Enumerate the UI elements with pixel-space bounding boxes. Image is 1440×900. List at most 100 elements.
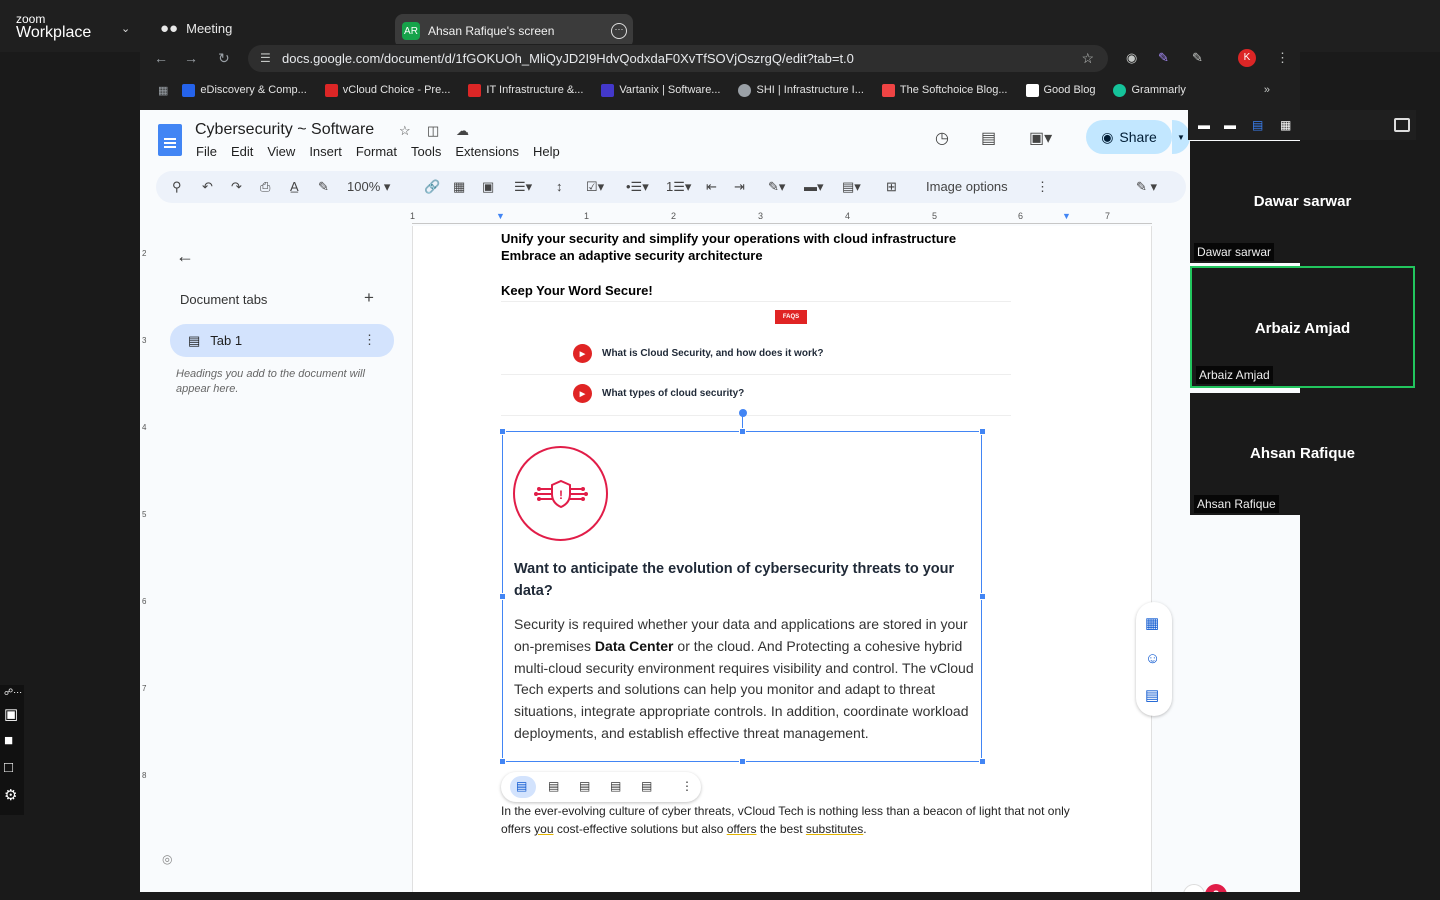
camera-icon[interactable]: ▣ (4, 705, 18, 723)
fingerprint-icon[interactable]: ◎ (162, 852, 172, 866)
comments-icon[interactable]: ▤ (981, 128, 996, 148)
meeting-tab[interactable]: ●● Meeting (160, 20, 232, 37)
gallery-view-icon[interactable]: ▦ (1280, 118, 1291, 132)
redo-icon[interactable]: ↷ (231, 179, 242, 195)
increase-indent-icon[interactable]: ⇥ (734, 179, 745, 195)
version-history-icon[interactable]: ◷ (935, 128, 949, 148)
undo-icon[interactable]: ↶ (202, 179, 213, 195)
line-spacing-icon[interactable]: ↕ (556, 179, 563, 194)
grammar-flag[interactable]: substitutes (806, 822, 863, 836)
forward-icon[interactable]: → (184, 50, 198, 66)
video-icon[interactable]: ■ (4, 732, 13, 749)
bullet-list-icon[interactable]: •☰▾ (626, 179, 649, 195)
right-indent-marker[interactable]: ▼ (1062, 211, 1071, 221)
resize-handle[interactable] (499, 593, 506, 600)
url-bar[interactable]: ☰ docs.google.com/document/d/1fGOKUOh_Ml… (248, 45, 1108, 72)
suggest-edit-icon[interactable]: ▤ (1145, 686, 1159, 704)
tab-options-icon[interactable]: ⋮ (363, 332, 376, 348)
menu-format[interactable]: Format (356, 144, 397, 159)
insert-image-icon[interactable]: ▣ (482, 179, 494, 195)
editing-mode-icon[interactable]: ✎ ▾ (1136, 179, 1157, 195)
bookmark[interactable]: Vartanix | Software... (601, 83, 720, 97)
participant-tile[interactable]: Dawar sarwar Dawar sarwar (1190, 141, 1415, 263)
break-text-icon[interactable]: ▤ (579, 779, 590, 793)
site-settings-icon[interactable]: ☰ (260, 45, 271, 72)
resize-handle[interactable] (739, 758, 746, 765)
menu-file[interactable]: File (196, 144, 217, 159)
print-icon[interactable]: ⎙ (260, 179, 270, 195)
document-tab[interactable]: ▤ Tab 1 ⋮ (170, 324, 394, 357)
menu-extensions[interactable]: Extensions (455, 144, 519, 159)
grammarly-widget[interactable]: ● 2 (1183, 880, 1227, 892)
reload-icon[interactable]: ↻ (218, 50, 230, 67)
minimize-icon[interactable]: ▬ (1198, 118, 1210, 132)
image-options-button[interactable]: Image options (926, 179, 1008, 194)
search-icon[interactable]: ⚲ (172, 179, 182, 195)
border-color-icon[interactable]: ✎▾ (768, 179, 785, 195)
extension-globe-icon[interactable]: ◉ (1126, 50, 1137, 66)
border-dash-icon[interactable]: ▤▾ (842, 179, 861, 195)
participant-tile[interactable]: Ahsan Rafique Ahsan Rafique (1190, 393, 1415, 515)
bookmark[interactable]: eDiscovery & Comp... (182, 83, 307, 97)
bookmark[interactable]: SHI | Infrastructure I... (738, 83, 864, 97)
zoom-logo[interactable]: zoom Workplace (16, 13, 91, 41)
menu-tools[interactable]: Tools (411, 144, 441, 159)
menu-insert[interactable]: Insert (309, 144, 342, 159)
selected-image[interactable]: ! Want to anticipate the evolution of cy… (502, 431, 982, 762)
horizontal-ruler[interactable]: 1 ▼ 1 2 3 4 5 6 ▼ 7 (410, 211, 1152, 223)
resize-handle[interactable] (979, 593, 986, 600)
behind-text-icon[interactable]: ▤ (610, 779, 621, 793)
participant-tile-active[interactable]: Arbaiz Amjad Arbaiz Amjad (1190, 266, 1415, 388)
strip-view-icon[interactable]: ▤ (1252, 118, 1263, 132)
indent-marker[interactable]: ▼ (496, 211, 505, 221)
grammar-flag[interactable]: you (534, 822, 553, 836)
rotate-handle[interactable] (739, 409, 747, 417)
apps-grid-icon[interactable]: ▦ (158, 84, 168, 97)
speaker-view-icon[interactable]: ▬ (1224, 118, 1236, 132)
checklist-icon[interactable]: ☑▾ (586, 179, 604, 195)
bookmark[interactable]: Grammarly (1113, 83, 1186, 97)
menu-edit[interactable]: Edit (231, 144, 253, 159)
link-icon[interactable]: 🔗 (424, 179, 440, 195)
resize-handle[interactable] (979, 428, 986, 435)
vertical-ruler[interactable]: 2 3 4 5 6 7 8 (140, 227, 152, 887)
extensions-puzzle-icon[interactable]: ✎ (1192, 50, 1203, 66)
zoom-select[interactable]: 100% ▾ (347, 179, 390, 195)
add-comment-icon[interactable]: ▦ (453, 179, 465, 195)
profile-avatar[interactable]: K (1238, 49, 1256, 67)
extension-pen-icon[interactable]: ✎ (1158, 50, 1169, 66)
document-page[interactable]: Unify your security and simplify your op… (412, 226, 1152, 892)
more-options-icon[interactable]: ⋮ (1036, 179, 1049, 195)
back-icon[interactable]: ← (154, 50, 168, 66)
document-title[interactable]: Cybersecurity ~ Software (195, 121, 374, 139)
menu-view[interactable]: View (267, 144, 295, 159)
browser-menu-icon[interactable]: ⋮ (1276, 50, 1289, 66)
front-of-text-icon[interactable]: ▤ (641, 779, 652, 793)
border-weight-icon[interactable]: ▬▾ (804, 179, 824, 195)
settings-gear-icon[interactable]: ⚙ (4, 786, 17, 804)
inline-icon[interactable]: ▤ (516, 779, 527, 793)
wrap-text-icon[interactable]: ▤ (548, 779, 559, 793)
close-outline-icon[interactable]: ← (176, 246, 194, 267)
bookmark-star-icon[interactable]: ☆ (1081, 45, 1094, 72)
float-window-icon[interactable] (1394, 118, 1410, 132)
link-icon[interactable]: ☍⋯ (4, 687, 22, 698)
decrease-indent-icon[interactable]: ⇤ (706, 179, 717, 195)
numbered-list-icon[interactable]: 1☰▾ (666, 179, 691, 195)
grammar-flag[interactable]: offers (727, 822, 757, 836)
bookmark[interactable]: The Softchoice Blog... (881, 83, 1008, 97)
more-options-icon[interactable]: ⋯ (611, 23, 627, 39)
resize-handle[interactable] (499, 428, 506, 435)
add-tab-icon[interactable]: + (364, 288, 374, 308)
chevron-down-icon[interactable]: ⌄ (121, 22, 130, 35)
bookmark[interactable]: Good Blog (1025, 83, 1095, 97)
bookmark[interactable]: vCloud Choice - Pre... (324, 83, 450, 97)
menu-help[interactable]: Help (533, 144, 560, 159)
resize-handle[interactable] (979, 758, 986, 765)
align-icon[interactable]: ☰▾ (514, 179, 532, 195)
add-comment-icon[interactable]: ▦ (1145, 614, 1159, 632)
resize-handle[interactable] (499, 758, 506, 765)
move-folder-icon[interactable]: ◫ (427, 123, 439, 139)
docs-logo-icon[interactable] (158, 124, 182, 156)
meet-icon[interactable]: ▣▾ (1029, 128, 1052, 148)
